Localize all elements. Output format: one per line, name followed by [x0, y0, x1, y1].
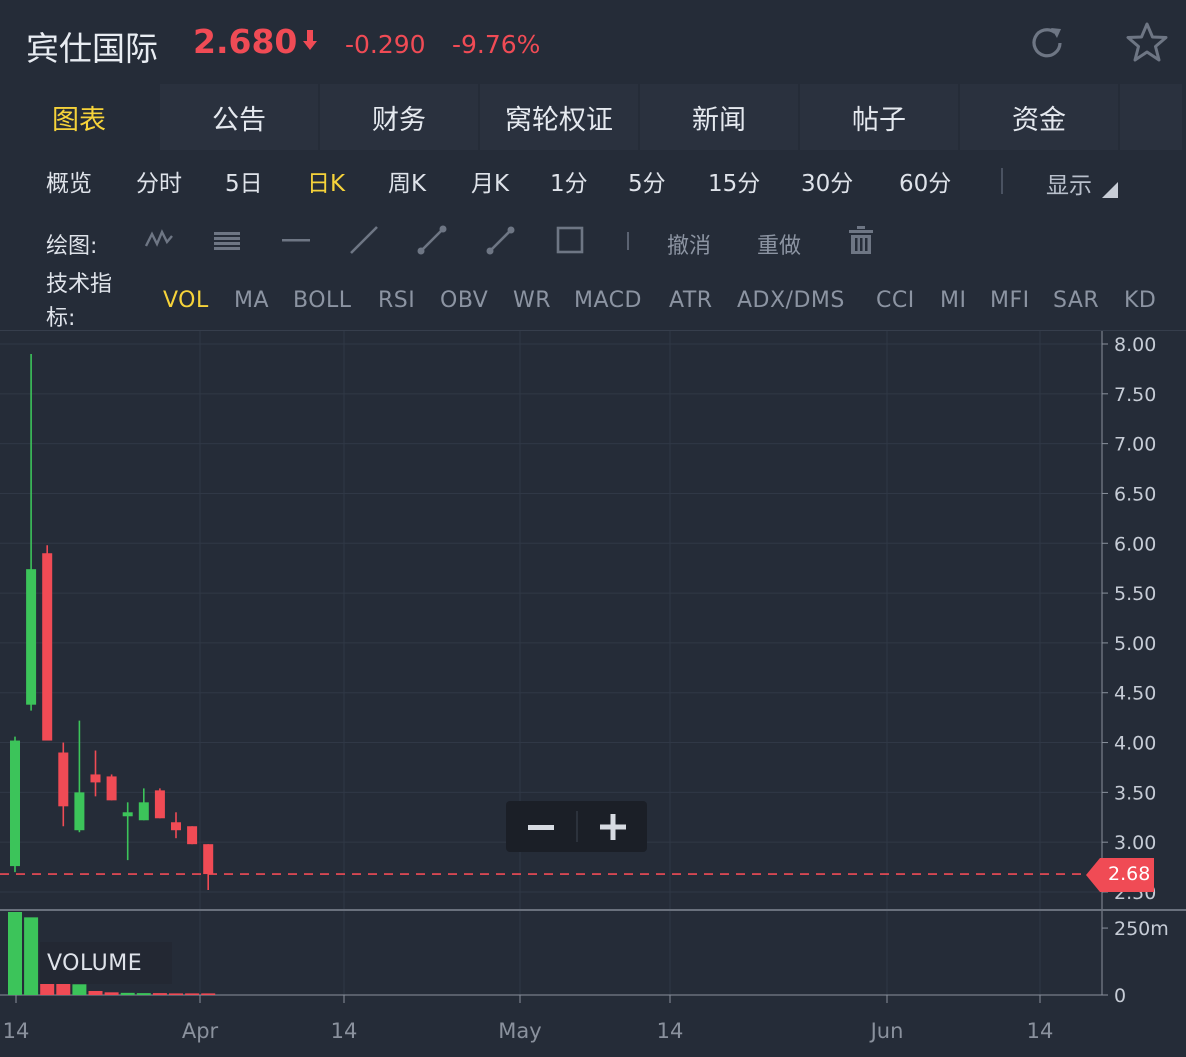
- x-tick-label: Apr: [182, 1019, 219, 1043]
- volume-tick-label: 0: [1114, 985, 1126, 1007]
- candle-body: [138, 802, 149, 821]
- candle-body: [10, 740, 20, 867]
- x-tick-label: Jun: [869, 1019, 904, 1043]
- candle-body: [106, 776, 117, 801]
- volume-bar: [24, 917, 39, 995]
- candle-body: [122, 812, 133, 817]
- volume-bar: [201, 993, 216, 995]
- volume-bar: [88, 990, 103, 995]
- current-price-tag: 2.68: [1086, 858, 1154, 892]
- volume-bar: [8, 912, 22, 995]
- volume-tick-label: 250m: [1114, 918, 1169, 940]
- zoom-out-button[interactable]: [506, 801, 576, 852]
- y-tick-label: 4.50: [1114, 683, 1156, 705]
- x-tick-label: 14: [3, 1019, 30, 1043]
- volume-bar: [72, 984, 87, 995]
- candle-body: [58, 752, 69, 807]
- y-tick-label: 7.00: [1114, 434, 1156, 456]
- volume-label: VOLUME: [40, 942, 172, 984]
- candle-body: [90, 774, 101, 783]
- candlestick-chart[interactable]: 8.00 7.50 7.00 6.50 6.00 5.50 5.00 4.50 4.00 3.50…: [0, 0, 1186, 1056]
- current-price-label: 2.68: [1108, 863, 1151, 885]
- candle-body: [42, 553, 53, 741]
- plus-icon: [600, 813, 626, 840]
- volume-bar: [136, 993, 151, 995]
- volume-bar: [104, 992, 119, 995]
- zoom-controls: [506, 801, 647, 852]
- y-tick-label: 5.50: [1114, 583, 1156, 605]
- y-tick-label: 6.00: [1114, 533, 1156, 555]
- candle-body: [171, 822, 181, 831]
- x-tick-label: 14: [657, 1019, 684, 1043]
- y-tick-label: 5.00: [1114, 633, 1156, 655]
- volume-bar: [169, 993, 183, 995]
- y-tick-label: 4.00: [1114, 733, 1156, 755]
- x-tick-label: 14: [1027, 1019, 1054, 1043]
- candle-body: [74, 792, 85, 831]
- candle-body: [154, 790, 165, 819]
- volume-bar: [185, 993, 200, 995]
- x-tick-label: May: [498, 1019, 541, 1043]
- candle-body: [26, 569, 37, 705]
- y-tick-label: 6.50: [1114, 483, 1156, 505]
- minus-icon: [528, 824, 554, 830]
- y-tick-label: 3.00: [1114, 832, 1156, 854]
- y-tick-label: 8.00: [1114, 334, 1156, 356]
- x-tick-label: 14: [331, 1019, 358, 1043]
- volume-bar: [152, 993, 167, 995]
- zoom-in-button[interactable]: [578, 801, 648, 852]
- candle-body: [203, 844, 214, 875]
- y-tick-label: 3.50: [1114, 782, 1156, 804]
- candle-body: [187, 826, 198, 845]
- volume-bar: [120, 992, 135, 995]
- y-tick-label: 7.50: [1114, 384, 1156, 406]
